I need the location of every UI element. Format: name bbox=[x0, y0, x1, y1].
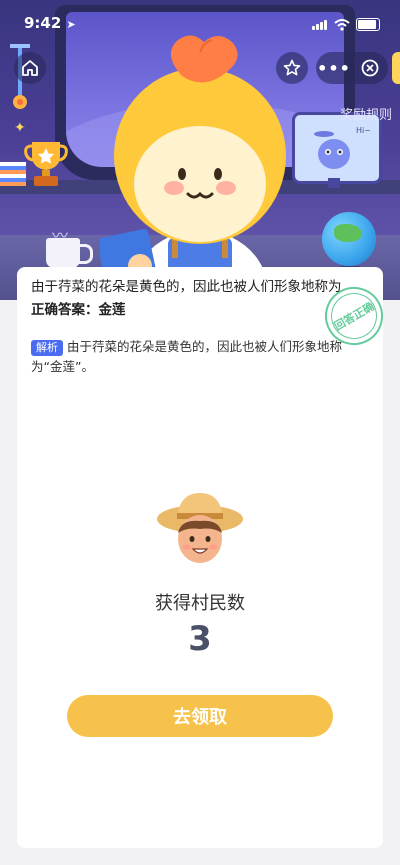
monitor-stand bbox=[328, 178, 340, 188]
wifi-icon bbox=[334, 18, 350, 31]
sparkle-icon: ✦ bbox=[14, 120, 26, 136]
more-button[interactable]: ••• bbox=[316, 52, 352, 84]
miniapp-capsule: ••• bbox=[316, 52, 388, 84]
status-bar: 9:42 ➤ bbox=[0, 0, 400, 44]
side-badge[interactable] bbox=[392, 52, 400, 84]
villager-character bbox=[100, 35, 286, 298]
question-text: 由于荇菜的花朵是黄色的，因此也被人们形象地称为 bbox=[31, 279, 342, 295]
status-time: 9:42 ➤ bbox=[24, 14, 76, 32]
globe-land bbox=[334, 224, 362, 242]
close-icon bbox=[361, 59, 379, 77]
home-icon bbox=[22, 60, 38, 76]
home-button[interactable] bbox=[14, 52, 46, 84]
battery-icon bbox=[356, 18, 380, 31]
books bbox=[0, 162, 26, 186]
alien-icon bbox=[314, 131, 350, 169]
analysis-tag: 解析 bbox=[31, 340, 63, 356]
analysis-block: 解析 由于荇菜的花朵是黄色的，因此也被人们形象地称为“金莲”。 bbox=[31, 337, 371, 377]
claim-button[interactable]: 去领取 bbox=[67, 695, 333, 737]
favorite-button[interactable] bbox=[276, 52, 308, 84]
status-icons bbox=[312, 15, 380, 34]
close-button[interactable] bbox=[352, 52, 388, 84]
more-icon: ••• bbox=[317, 58, 351, 78]
correct-answer-line: 正确答案：金莲 bbox=[31, 298, 126, 318]
result-card: 由于荇菜的花朵是黄色的，因此也被人们形象地称为 正确答案：金莲 回答正确 解析由… bbox=[17, 267, 383, 848]
rules-link[interactable]: 奖励规则 bbox=[340, 104, 392, 123]
signal-icon bbox=[312, 15, 328, 34]
mug bbox=[46, 238, 80, 268]
trophy-icon bbox=[24, 142, 68, 186]
mug-handle bbox=[78, 244, 93, 264]
monitor-greeting: Hi~ bbox=[356, 126, 371, 135]
location-arrow-icon: ➤ bbox=[66, 18, 76, 31]
villager-avatar-icon bbox=[157, 493, 243, 563]
analysis-text: 由于荇菜的花朵是黄色的，因此也被人们形象地称为“金莲”。 bbox=[31, 339, 343, 374]
correct-answer-label: 正确答案： bbox=[31, 302, 99, 318]
correct-answer-value: 金莲 bbox=[98, 302, 126, 318]
star-icon bbox=[283, 59, 301, 76]
clock-text: 9:42 bbox=[24, 14, 62, 32]
header-illustration: ✦ 〰 Hi~ bbox=[0, 0, 400, 300]
reward-count: 3 bbox=[188, 619, 212, 659]
reward-label: 获得村民数 bbox=[155, 593, 245, 614]
